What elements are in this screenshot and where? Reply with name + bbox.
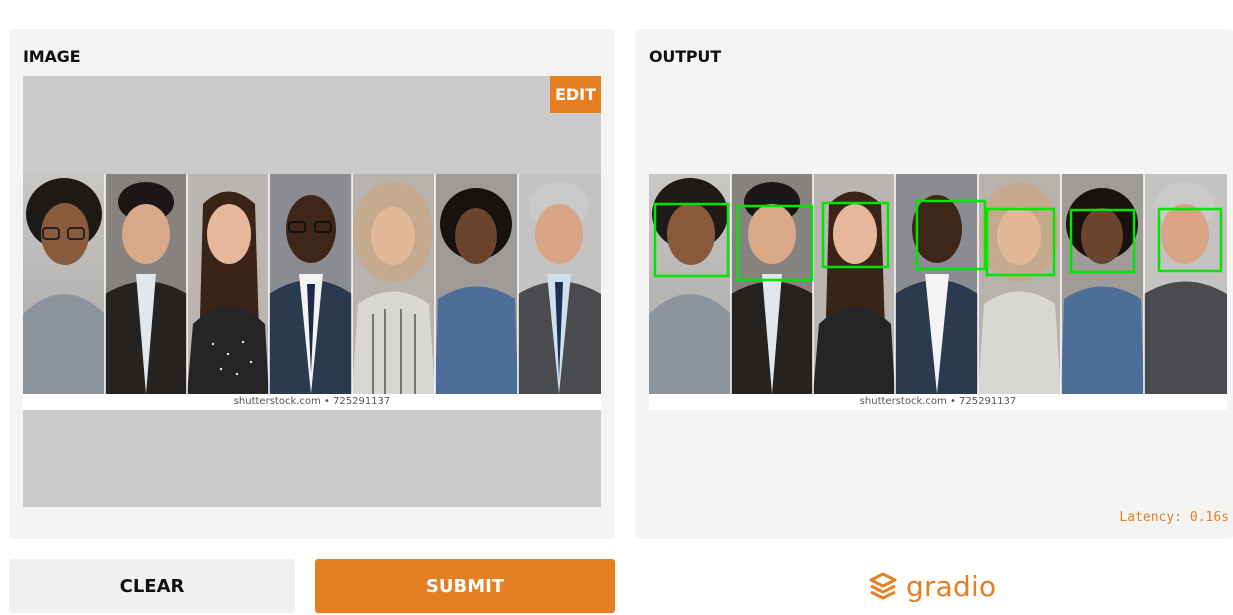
- output-image-caption: shutterstock.com • 725291137: [859, 396, 1017, 407]
- input-image: shutterstock.com • 725291137: [23, 174, 601, 410]
- input-panel: IMAGE EDIT shutterstock.com • 725291137: [9, 29, 615, 539]
- output-title: OUTPUT: [649, 47, 721, 66]
- brand-name: gradio: [906, 569, 997, 603]
- submit-button[interactable]: SUBMIT: [315, 559, 615, 613]
- portraits-strip: [23, 174, 601, 394]
- image-caption: shutterstock.com • 725291137: [233, 396, 391, 407]
- gradio-logo-icon: [869, 572, 897, 600]
- person-1: [23, 174, 105, 394]
- output-panel: OUTPUT shutterstock.com • 725291137 Late…: [635, 29, 1233, 539]
- edit-button[interactable]: EDIT: [550, 76, 601, 113]
- latency-label: Latency: 0.16s: [1119, 510, 1229, 525]
- input-title: IMAGE: [23, 47, 81, 66]
- output-portraits-strip: [649, 174, 1227, 394]
- gradio-branding[interactable]: gradio: [866, 566, 996, 606]
- image-upload-area[interactable]: EDIT shutterstock.com • 725291137: [23, 76, 601, 507]
- output-image: shutterstock.com • 725291137: [649, 174, 1227, 410]
- clear-button[interactable]: CLEAR: [9, 559, 295, 613]
